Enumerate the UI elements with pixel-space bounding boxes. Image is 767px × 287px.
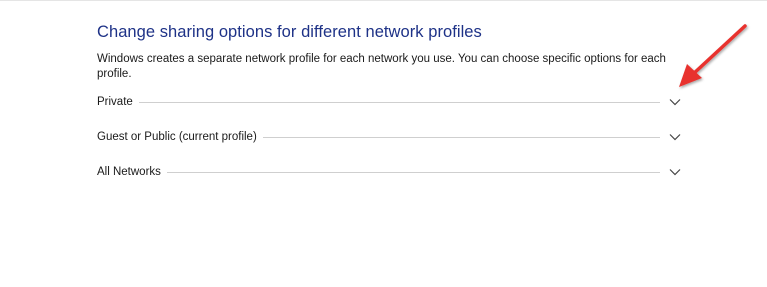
profile-label-all-networks: All Networks [97, 166, 161, 178]
chevron-down-icon[interactable] [668, 95, 682, 109]
profile-label-guest-public: Guest or Public (current profile) [97, 131, 257, 143]
profile-row-all-networks[interactable]: All Networks [97, 162, 682, 182]
page-title: Change sharing options for different net… [97, 23, 482, 41]
profile-label-private: Private [97, 96, 133, 108]
profile-divider [262, 136, 660, 138]
page-description: Windows creates a separate network profi… [97, 53, 666, 80]
profile-divider [138, 101, 660, 103]
profile-divider [166, 171, 660, 173]
window-top-border [0, 0, 767, 1]
chevron-down-icon[interactable] [668, 130, 682, 144]
profile-row-private[interactable]: Private [97, 92, 682, 112]
red-arrow-annotation-icon [679, 24, 747, 87]
profile-row-guest-public[interactable]: Guest or Public (current profile) [97, 127, 682, 147]
chevron-down-icon[interactable] [668, 165, 682, 179]
